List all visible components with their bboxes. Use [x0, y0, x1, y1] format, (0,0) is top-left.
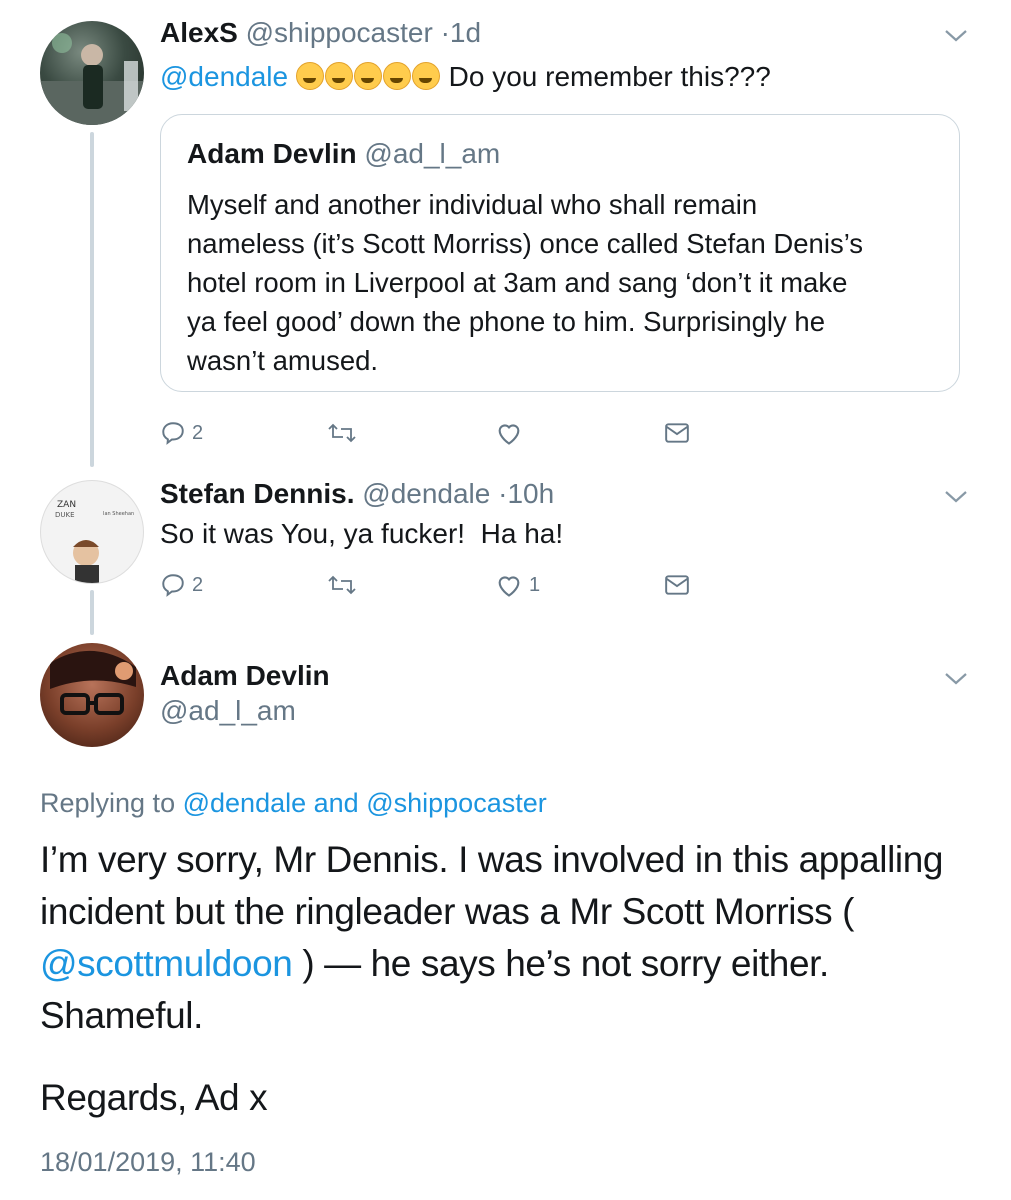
tweet1-mention[interactable]: @dendale	[160, 61, 288, 92]
replying-user-shippocaster[interactable]: @shippocaster	[366, 788, 547, 818]
svg-text:DUKE: DUKE	[55, 511, 75, 519]
quoted-handle: @ad_l_am	[364, 138, 501, 169]
avatar-alexs-image	[40, 33, 144, 125]
tweet1-retweet-button[interactable]	[327, 420, 357, 446]
rofl-emoji	[382, 62, 411, 90]
tweet1-text: @dendale Do you remember this???	[160, 60, 771, 94]
tweet3-display-name[interactable]: Adam Devlin	[160, 659, 330, 693]
chevron-down-icon[interactable]	[943, 671, 969, 687]
avatar-stefan[interactable]: ZAN DUKE Ian Sheehan	[40, 480, 144, 584]
tweet2-display-name[interactable]: Stefan Dennis.	[160, 478, 354, 509]
tweet3-mention[interactable]: @scottmuldoon	[40, 943, 293, 984]
envelope-icon	[665, 575, 689, 595]
thread-line-1	[90, 132, 94, 467]
tweet1-dm-button[interactable]	[664, 420, 690, 446]
rofl-emoji	[411, 62, 440, 90]
svg-text:ZAN: ZAN	[57, 500, 76, 510]
tweet2-handle[interactable]: @dendale	[362, 478, 490, 509]
tweet1-like-button[interactable]	[495, 420, 523, 446]
tweet1-reply-button[interactable]: 2	[160, 420, 203, 446]
quoted-tweet[interactable]: Adam Devlin @ad_l_am Myself and another …	[160, 114, 960, 392]
tweet2-reply-count: 2	[192, 573, 204, 596]
replying-and: and	[313, 788, 359, 818]
chevron-down-icon[interactable]	[943, 28, 969, 44]
tweet3-text-part1: I’m very sorry, Mr Dennis. I was involve…	[40, 839, 944, 932]
tweet3-handle[interactable]: @ad_l_am	[160, 694, 296, 728]
reply-icon	[162, 574, 184, 597]
tweet2-time[interactable]: 10h	[507, 478, 554, 509]
envelope-icon	[665, 423, 689, 443]
tweet1-display-name[interactable]: AlexS	[160, 17, 238, 48]
replying-to: Replying to @dendale and @shippocaster	[40, 786, 547, 820]
replying-user-dendale[interactable]: @dendale	[183, 788, 307, 818]
chevron-down-icon[interactable]	[943, 489, 969, 505]
rofl-emoji	[324, 62, 353, 90]
rofl-emoji	[295, 62, 324, 90]
tweet2-like-button[interactable]: 1	[495, 572, 540, 598]
tweet3-timestamp[interactable]: 18/01/2019, 11:40	[40, 1145, 256, 1179]
quoted-tweet-text: Myself and another individual who shall …	[187, 189, 864, 376]
avatar-adam-image	[50, 650, 136, 715]
tweet1-sep: ·	[440, 17, 450, 48]
tweet1-time[interactable]: 1d	[450, 17, 481, 48]
tweet3-signoff: Regards, Ad x	[40, 1077, 268, 1118]
tweet1-header: AlexS @shippocaster ·1d	[160, 16, 481, 50]
rofl-emoji	[353, 62, 382, 90]
tweet1-handle[interactable]: @shippocaster	[246, 17, 433, 48]
retweet-icon	[328, 423, 356, 443]
avatar-alexs[interactable]	[40, 21, 144, 125]
heart-icon	[498, 576, 520, 597]
avatar-adam[interactable]	[40, 643, 144, 747]
thread-line-2	[90, 590, 94, 635]
reply-icon	[162, 422, 184, 445]
tweet3-body: I’m very sorry, Mr Dennis. I was involve…	[40, 834, 980, 1042]
tweet2-reply-button[interactable]: 2	[160, 572, 203, 598]
tweet2-retweet-button[interactable]	[327, 572, 357, 598]
tweet2-dm-button[interactable]	[664, 572, 690, 598]
replying-prefix: Replying to	[40, 788, 176, 818]
quoted-display-name: Adam Devlin	[187, 138, 357, 169]
quoted-tweet-header: Adam Devlin @ad_l_am	[187, 137, 500, 171]
svg-text:Ian Sheehan: Ian Sheehan	[103, 511, 134, 517]
tweet2-header: Stefan Dennis. @dendale ·10h	[160, 477, 554, 511]
heart-icon	[498, 424, 520, 445]
retweet-icon	[328, 575, 356, 595]
rofl-emoji-group	[295, 61, 449, 92]
tweet2-like-count: 1	[529, 573, 541, 596]
tweet1-body: Do you remember this???	[448, 61, 771, 92]
tweet1-reply-count: 2	[192, 421, 204, 444]
avatar-stefan-image: ZAN DUKE Ian Sheehan	[55, 500, 134, 583]
tweet2-body: So it was You, ya fucker! Ha ha!	[160, 518, 564, 549]
